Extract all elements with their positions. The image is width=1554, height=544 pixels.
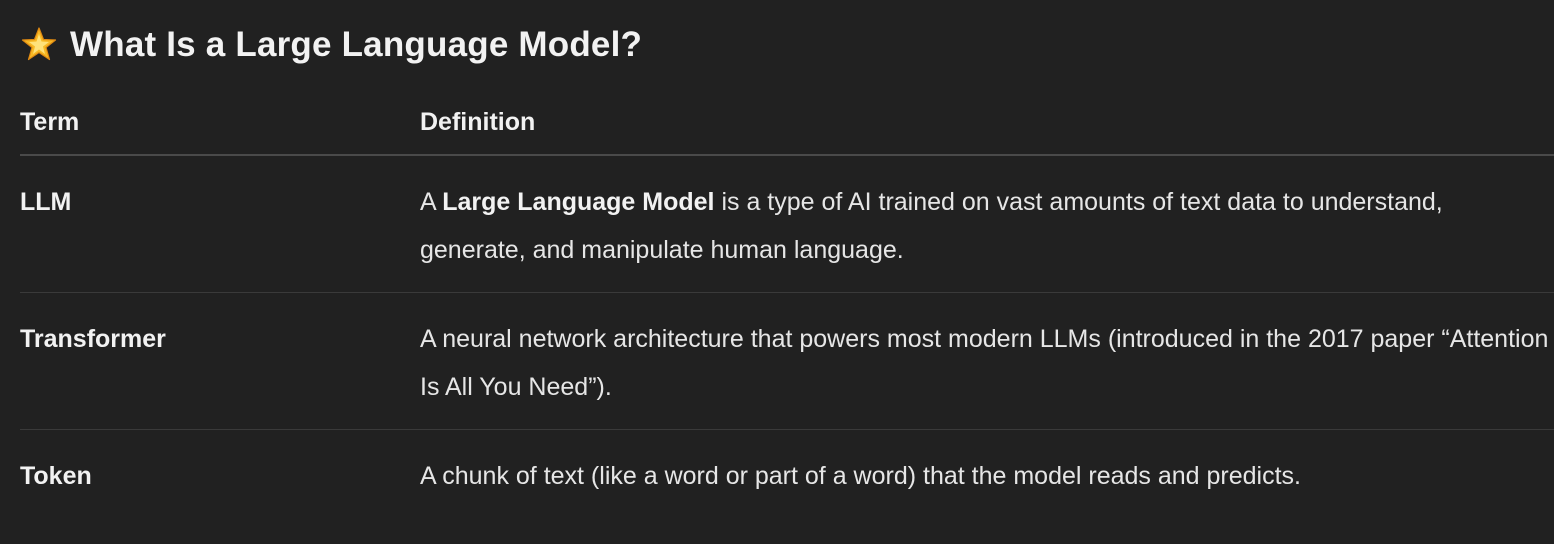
table-header-row: Term Definition	[20, 90, 1554, 156]
definitions-table: Term Definition LLM A Large Language Mod…	[20, 90, 1554, 518]
content-page: What Is a Large Language Model? Term Def…	[20, 0, 1554, 518]
definition-cell: A Large Language Model is a type of AI t…	[420, 155, 1554, 293]
column-header-definition: Definition	[420, 90, 1554, 156]
table-row: LLM A Large Language Model is a type of …	[20, 155, 1554, 293]
term-cell: Transformer	[20, 292, 420, 430]
term-cell: LLM	[20, 155, 420, 293]
column-header-term: Term	[20, 90, 420, 156]
definition-bold-text: Large Language Model	[442, 188, 715, 216]
definition-text: A	[420, 188, 443, 216]
definition-cell: A chunk of text (like a word or part of …	[420, 462, 1302, 490]
table-row: Token A chunk of text (like a word or pa…	[20, 430, 1554, 519]
section-heading: What Is a Large Language Model?	[20, 0, 1554, 90]
page-title: What Is a Large Language Model?	[70, 25, 643, 64]
term-cell: Token	[20, 462, 92, 490]
definition-cell: A neural network architecture that power…	[420, 292, 1554, 430]
glowing-star-icon	[20, 26, 58, 64]
table-row: Transformer A neural network architectur…	[20, 292, 1554, 430]
